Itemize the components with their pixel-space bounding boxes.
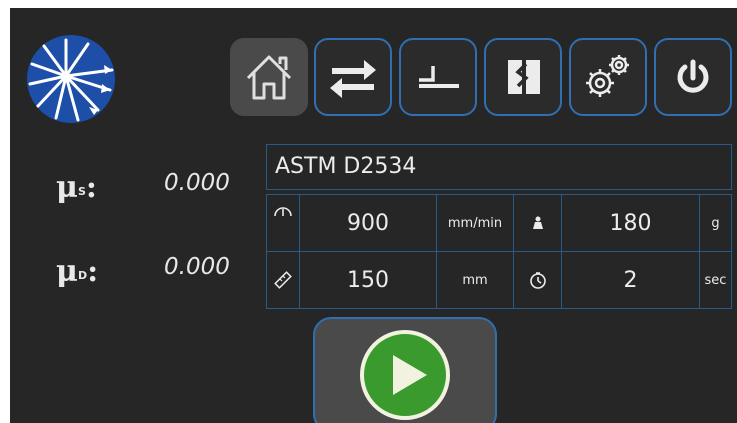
speed-icon-cell <box>267 195 300 252</box>
stopwatch-icon <box>529 272 546 289</box>
dynamic-friction-value: 0.000 <box>164 254 230 280</box>
logo-icon <box>27 35 115 123</box>
weight-unit: g <box>700 195 731 252</box>
length-icon-cell <box>267 252 300 308</box>
time-unit: sec <box>704 272 727 288</box>
home-icon <box>246 55 292 100</box>
speedometer-icon <box>274 207 292 217</box>
dynamic-friction-label: μD: <box>56 254 99 289</box>
power-icon <box>677 59 709 93</box>
instrument-screen: μS: 0.000 μD: 0.000 ASTM D2534 900 mm/mi… <box>10 8 737 423</box>
test-standard-field[interactable]: ASTM D2534 <box>266 144 732 190</box>
speed-value[interactable]: 900 <box>300 195 437 252</box>
speed-unit: mm/min <box>437 195 514 252</box>
settings-button[interactable] <box>569 38 647 116</box>
gears-icon <box>586 55 629 97</box>
swap-arrows-icon <box>330 60 376 98</box>
test-parameters-grid: 900 mm/min 180 g 150 mm 2 sec <box>266 194 732 309</box>
ruler-icon <box>274 271 292 289</box>
static-friction-label: μS: <box>56 170 97 205</box>
length-unit: mm <box>437 252 514 308</box>
calibrate-button[interactable] <box>484 38 562 116</box>
calibration-icon <box>508 60 540 94</box>
weight-value[interactable]: 180 <box>562 195 700 252</box>
play-icon <box>360 330 450 420</box>
power-button[interactable] <box>654 38 732 116</box>
home-button[interactable] <box>230 38 308 116</box>
start-test-button[interactable] <box>313 317 497 423</box>
time-value[interactable]: 2 <box>562 252 700 308</box>
weight-icon-cell <box>514 195 562 252</box>
sled-button[interactable] <box>399 38 477 116</box>
time-icon-cell <box>514 252 562 308</box>
static-friction-value: 0.000 <box>164 170 230 196</box>
length-value[interactable]: 150 <box>300 252 437 308</box>
sled-icon <box>419 66 459 88</box>
weight-icon <box>532 216 543 229</box>
mode-switch-button[interactable] <box>314 38 392 116</box>
